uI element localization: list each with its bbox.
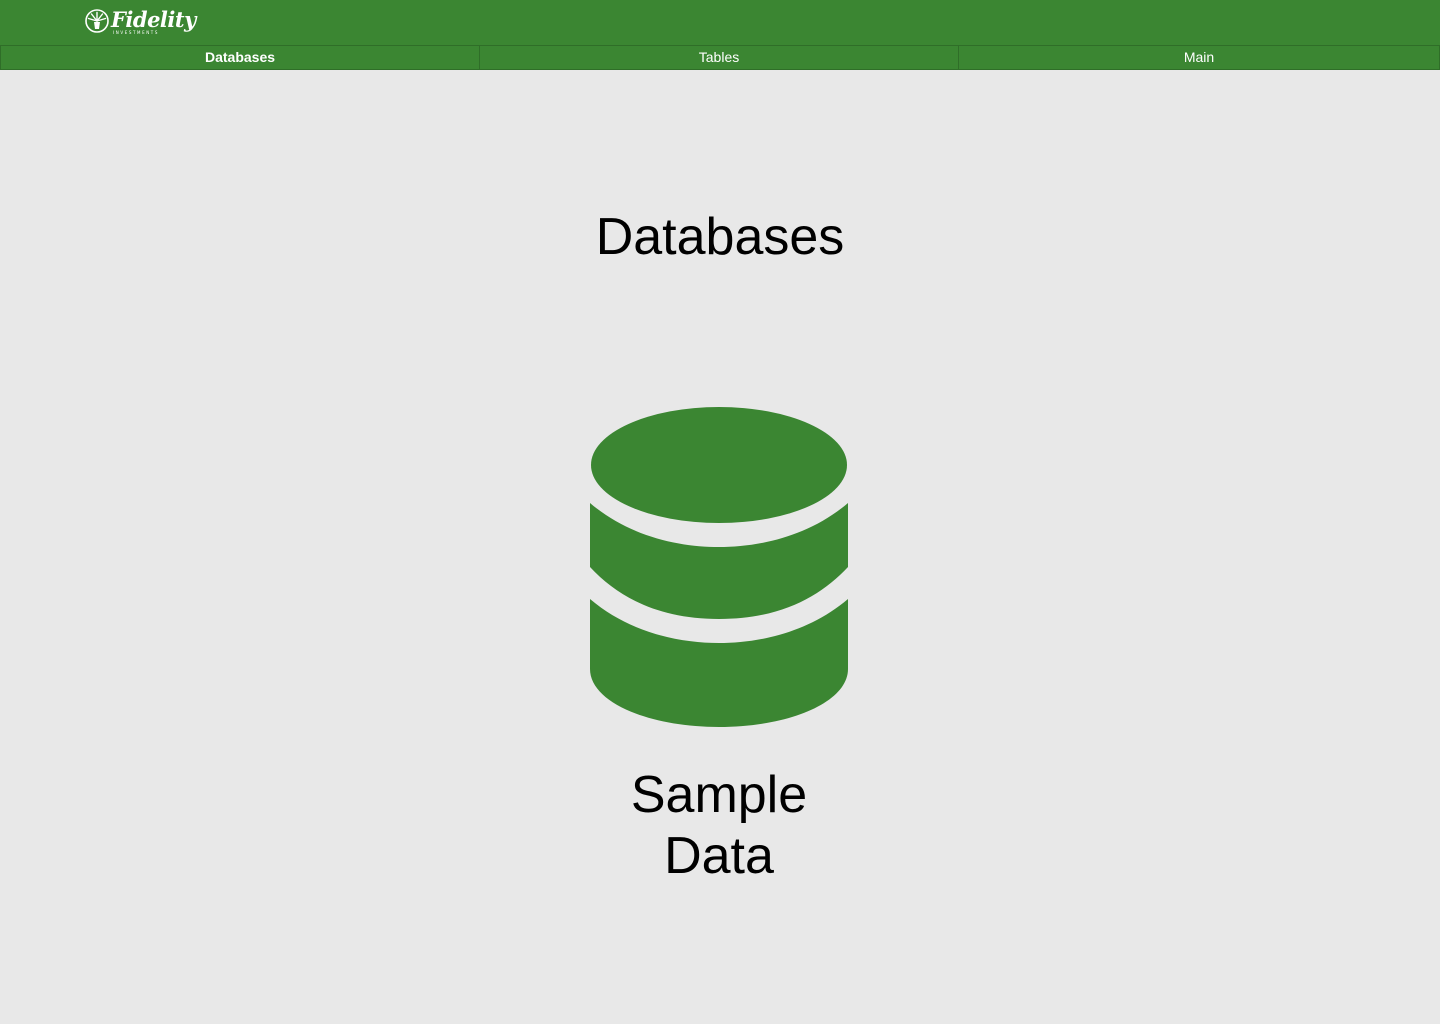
logo-text: Fidelity INVESTMENTS	[111, 8, 196, 36]
tab-main[interactable]: Main	[959, 45, 1440, 70]
database-icon	[590, 407, 848, 727]
page-title: Databases	[595, 208, 845, 266]
fidelity-logo[interactable]: Fidelity INVESTMENTS	[85, 8, 205, 38]
database-card[interactable]: Sample Data	[560, 395, 878, 905]
tab-bar: Databases Tables Main	[0, 45, 1440, 70]
fidelity-logo-icon	[85, 9, 109, 33]
logo-word: Fidelity	[111, 7, 196, 32]
database-icon-top	[591, 407, 847, 523]
database-label: Sample Data	[630, 766, 808, 885]
tab-databases[interactable]: Databases	[0, 45, 480, 70]
tab-tables[interactable]: Tables	[480, 45, 959, 70]
top-bar: Fidelity INVESTMENTS	[0, 0, 1440, 45]
